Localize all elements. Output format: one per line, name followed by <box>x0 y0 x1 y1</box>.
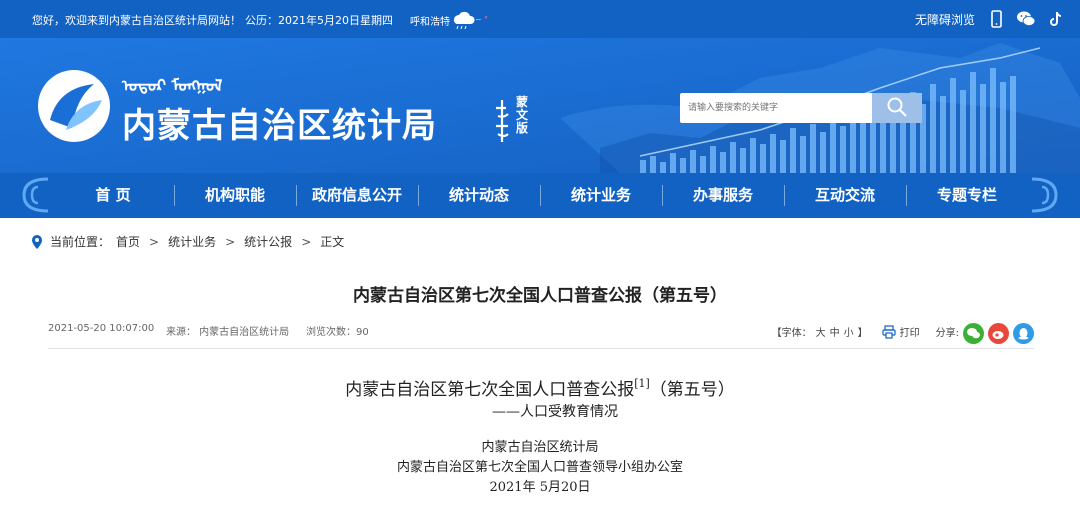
mongolian-version-link[interactable]: 蒙文版 <box>492 96 542 146</box>
view-count: 浏览次数：90 <box>306 327 369 338</box>
document-heading: 内蒙古自治区第七次全国人口普查公报[1]（第五号） <box>0 372 1080 402</box>
printer-icon[interactable] <box>882 324 896 339</box>
wechat-icon[interactable] <box>1016 9 1036 29</box>
share-qq-icon[interactable] <box>1013 323 1034 344</box>
date-text: 公历：2021年5月20日星期四 <box>245 14 393 27</box>
issuing-org-2: 内蒙古自治区第七次全国人口普查领导小组办公室 <box>396 460 683 475</box>
document-heading-main: 内蒙古自治区第七次全国人口普查公报 <box>345 380 635 400</box>
nav-item-gov-info[interactable]: 政府信息公开 <box>296 173 418 218</box>
svg-text:~: ~ <box>475 15 482 24</box>
issuing-org-1: 内蒙古自治区统计局 <box>481 440 599 455</box>
share-weibo-icon[interactable] <box>988 323 1009 344</box>
bureau-logo-icon <box>38 70 110 142</box>
location-pin-icon <box>32 234 42 249</box>
nav-item-services[interactable]: 办事服务 <box>662 173 784 218</box>
breadcrumb-home[interactable]: 首页 <box>116 233 140 250</box>
nav-item-interaction[interactable]: 互动交流 <box>784 173 906 218</box>
article-tools: 【字体： 大 中 小 】 打印 分享: <box>771 321 1034 344</box>
font-medium-button[interactable]: 中 <box>830 324 840 339</box>
city-name: 呼和浩特 <box>410 17 450 28</box>
nav-list: 首 页 机构职能 政府信息公开 统计动态 统计业务 办事服务 互动交流 专题专栏 <box>52 173 1028 218</box>
print-button[interactable]: 打印 <box>900 324 920 339</box>
font-large-button[interactable]: 大 <box>816 324 826 339</box>
search-button[interactable] <box>872 93 922 123</box>
nav-item-news[interactable]: 统计动态 <box>418 173 540 218</box>
top-bar: 您好，欢迎来到内蒙古自治区统计局网站！ 公历：2021年5月20日星期四 呼和浩… <box>0 0 1080 38</box>
welcome-text: 您好，欢迎来到内蒙古自治区统计局网站！ <box>32 14 241 27</box>
accessibility-link[interactable]: 无障碍浏览 <box>915 11 975 28</box>
document-heading-suffix: （第五号） <box>649 380 735 400</box>
issue-date: 2021年 5月20日 <box>489 480 591 495</box>
mongolian-script-decoration: ᠤᠳᠤᠷ ᠮᠣᠩᠭᠤᠯ <box>122 76 223 95</box>
share-label: 分享: <box>935 328 959 339</box>
header-banner: ᠤᠳᠤᠷ ᠮᠣᠩᠭᠤᠯ 内蒙古自治区统计局 蒙文版 <box>0 38 1080 173</box>
search-input[interactable] <box>680 93 872 123</box>
article-source: 来源： 内蒙古自治区统计局 <box>166 327 290 338</box>
article-meta: 2021-05-20 10:07:00 来源： 内蒙古自治区统计局 浏览次数：9… <box>48 321 1034 344</box>
cloud-rain-icon: ~ ° <box>453 11 488 29</box>
publish-datetime: 2021-05-20 10:07:00 <box>48 323 155 334</box>
breadcrumb-label: 当前位置： <box>50 235 111 249</box>
font-size-label: 【字体： <box>771 328 812 339</box>
breadcrumb-separator: > <box>301 234 312 249</box>
footnote-link[interactable]: [1] <box>634 377 650 390</box>
nav-ornament-left-icon <box>22 177 49 213</box>
breadcrumb-statistics[interactable]: 统计业务 <box>168 233 216 250</box>
nav-item-home[interactable]: 首 页 <box>52 173 174 218</box>
document-subheading: ——人口受教育情况 <box>492 404 618 420</box>
share-wechat-icon[interactable] <box>963 323 984 344</box>
search-box <box>680 93 922 123</box>
meta-divider <box>48 348 1034 349</box>
nav-item-organization[interactable]: 机构职能 <box>174 173 296 218</box>
breadcrumb-bulletin[interactable]: 统计公报 <box>244 233 292 250</box>
tiktok-icon[interactable] <box>1046 9 1066 29</box>
font-small-button[interactable]: 小 <box>844 324 854 339</box>
nav-item-statistics[interactable]: 统计业务 <box>540 173 662 218</box>
font-size-close: 】 <box>857 328 868 339</box>
article-title: 内蒙古自治区第七次全国人口普查公报（第五号） <box>353 286 727 306</box>
site-title: 内蒙古自治区统计局 <box>122 106 437 146</box>
mongolian-version-label: 蒙文版 <box>516 95 529 135</box>
breadcrumb: 当前位置： 首页 > 统计业务 > 统计公报 > 正文 <box>30 233 344 250</box>
nav-item-topics[interactable]: 专题专栏 <box>906 173 1028 218</box>
breadcrumb-current: 正文 <box>320 235 345 249</box>
search-icon <box>887 97 907 117</box>
article-body: 内蒙古自治区第七次全国人口普查公报[1]（第五号） ——人口受教育情况 内蒙古自… <box>0 372 1080 498</box>
main-nav: 首 页 机构职能 政府信息公开 统计动态 统计业务 办事服务 互动交流 专题专栏 <box>0 173 1080 218</box>
mongolian-script-icon <box>496 100 509 142</box>
breadcrumb-separator: > <box>149 234 160 249</box>
svg-text:°: ° <box>484 15 488 24</box>
breadcrumb-separator: > <box>225 234 236 249</box>
mobile-icon[interactable] <box>986 9 1006 29</box>
nav-ornament-right-icon <box>1031 177 1058 213</box>
